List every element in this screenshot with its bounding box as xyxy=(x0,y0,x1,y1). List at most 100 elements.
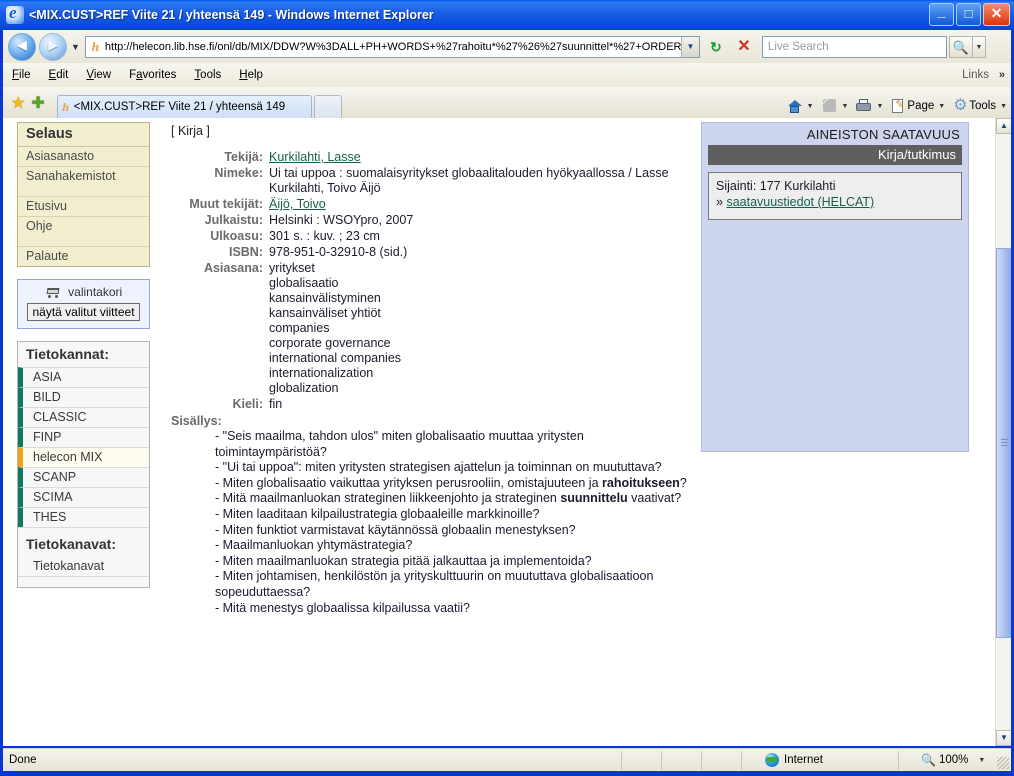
page-menu-label: Page xyxy=(907,100,935,112)
scroll-down-button[interactable]: ▼ xyxy=(996,730,1011,746)
links-label[interactable]: Links xyxy=(962,69,989,81)
menu-item-edit[interactable]: Edit xyxy=(40,67,78,83)
print-caret-icon[interactable]: ▼ xyxy=(876,103,883,110)
helcat-availability-link[interactable]: saatavuustiedot (HELCAT) xyxy=(726,195,874,209)
home-icon xyxy=(786,98,803,114)
status-separator xyxy=(621,751,622,770)
close-button[interactable]: ✕ xyxy=(983,3,1010,26)
sidebar-item-scima[interactable]: SCIMA xyxy=(18,487,149,507)
maximize-button[interactable]: □ xyxy=(956,3,981,26)
contents-text-0: - "Seis maailma, tahdon ulos" miten glob… xyxy=(215,429,584,459)
contents-line: - "Seis maailma, tahdon ulos" miten glob… xyxy=(215,429,691,460)
contents-line: - Mitä menestys globaalissa kilpailussa … xyxy=(215,600,470,615)
sidebar-item-asiasanasto[interactable]: Asiasanasto xyxy=(18,147,149,167)
minimize-icon: _ xyxy=(937,3,946,20)
page-viewport: Selaus Asiasanasto Sanahakemistot Etusiv… xyxy=(3,118,1011,746)
home-button[interactable]: ▼ xyxy=(786,98,814,114)
security-zone[interactable]: Internet xyxy=(765,753,823,767)
sidebar-item-scanp[interactable]: SCANP xyxy=(18,467,149,487)
contents-text-2b: ? xyxy=(679,475,687,490)
page-caret-icon[interactable]: ▼ xyxy=(938,103,945,110)
feeds-button[interactable]: ▼ xyxy=(821,96,849,114)
home-caret-icon[interactable]: ▼ xyxy=(807,103,814,110)
menu-item-tools[interactable]: Tools xyxy=(185,67,230,83)
contents-line: - Miten maailmanluokan strategia pitää j… xyxy=(215,553,592,568)
new-tab-button[interactable] xyxy=(313,95,342,118)
tab-current[interactable]: h <MIX.CUST>REF Viite 21 / yhteensä 149 xyxy=(56,95,312,118)
coauthor-link[interactable]: Äijö, Toivo xyxy=(269,197,326,211)
record-type-tag: [ Kirja ] xyxy=(171,124,210,138)
favorites-star-icon[interactable]: ★ xyxy=(11,96,25,112)
sidebar-item-palaute[interactable]: Palaute xyxy=(18,247,149,266)
address-dropdown-icon[interactable]: ▼ xyxy=(680,36,699,57)
tools-icon xyxy=(952,95,969,115)
tools-menu-button[interactable]: Tools ▼ xyxy=(952,95,1007,115)
scrollbar-thumb[interactable] xyxy=(996,248,1011,638)
author-link[interactable]: Kurkilahti, Lasse xyxy=(269,150,361,164)
scroll-up-button[interactable]: ▲ xyxy=(996,118,1011,134)
refresh-icon[interactable]: ↻ xyxy=(704,35,728,58)
menu-item-favorites[interactable]: Favorites xyxy=(120,67,185,83)
zoom-control[interactable]: 🔍 100% ▼ xyxy=(921,753,985,767)
contents-line: - Mitä maailmanluokan strateginen liikke… xyxy=(215,491,691,507)
databases-box-tail xyxy=(18,576,149,587)
vertical-scrollbar[interactable]: ▲ ▼ xyxy=(995,118,1011,746)
browse-heading: Selaus xyxy=(18,123,149,147)
search-dropdown-icon[interactable]: ▼ xyxy=(972,35,986,58)
sidebar-item-classic[interactable]: CLASSIC xyxy=(18,407,149,427)
stop-icon[interactable]: ✕ xyxy=(732,35,756,58)
zoom-caret-icon[interactable]: ▼ xyxy=(978,757,985,764)
databases-box: Tietokannat: ASIA BILD CLASSIC FINP hele… xyxy=(17,341,150,588)
contents-highlight-suunnittelu: suunnittelu xyxy=(560,491,628,506)
page-menu-button[interactable]: Page ▼ xyxy=(890,98,945,114)
forward-button[interactable] xyxy=(39,32,67,61)
scrollbar-track[interactable] xyxy=(996,134,1011,730)
subject-term: companies xyxy=(269,321,330,335)
label-isbn: ISBN: xyxy=(228,245,263,259)
sidebar-item-ohje[interactable]: Ohje xyxy=(18,217,149,239)
menu-item-view[interactable]: View xyxy=(77,67,120,83)
label-ulkoasu: Ulkoasu: xyxy=(210,229,263,243)
menu-item-file[interactable]: File xyxy=(3,67,40,83)
cart-box: valintakori näytä valitut viitteet xyxy=(17,279,150,329)
feed-caret-icon[interactable]: ▼ xyxy=(842,103,849,110)
sidebar-item-helecon-mix[interactable]: helecon MIX xyxy=(18,447,149,467)
contents-line: - "Ui tai uppoa": miten yritysten strate… xyxy=(215,460,691,476)
sidebar-item-asia[interactable]: ASIA xyxy=(18,367,149,387)
sidebar-item-bild[interactable]: BILD xyxy=(18,387,149,407)
value-kieli: fin xyxy=(269,397,283,411)
add-favorite-icon[interactable]: ✚ xyxy=(31,96,44,112)
sidebar-item-finp[interactable]: FINP xyxy=(18,427,149,447)
resize-grip[interactable] xyxy=(997,757,1009,769)
print-button[interactable]: ▼ xyxy=(855,98,883,114)
bibliographic-record: [ Kirja ] Tekijä: Kurkilahti, Lasse Nime… xyxy=(171,124,691,616)
sidebar-item-sanahakemistot[interactable]: Sanahakemistot xyxy=(18,167,149,189)
menu-favorites-rest: vorites xyxy=(142,69,177,81)
contents-text-3a: - Mitä maailmanluokan strateginen liikke… xyxy=(215,491,561,506)
menu-overflow-icon[interactable]: » xyxy=(999,69,1005,81)
sidebar-item-etusivu[interactable]: Etusivu xyxy=(18,197,149,217)
minimize-button[interactable]: _ xyxy=(929,3,954,26)
menu-bar: File Edit View Favorites Tools Help Link… xyxy=(3,63,1011,87)
record-row-nimeke: Nimeke: Ui tai uppoa : suomalaisyritykse… xyxy=(171,166,691,197)
label-nimeke: Nimeke: xyxy=(214,166,263,180)
cart-icon xyxy=(45,287,62,298)
availability-panel: AINEISTON SAATAVUUS Kirja/tutkimus Sijai… xyxy=(701,122,969,452)
print-icon xyxy=(855,98,872,114)
search-input[interactable]: Live Search xyxy=(761,35,947,58)
show-selected-refs-button[interactable]: näytä valitut viitteet xyxy=(27,303,140,321)
channels-heading: Tietokanavat: xyxy=(18,527,149,557)
address-input[interactable]: http://helecon.lib.hse.fi/onl/db/MIX/DDW… xyxy=(103,41,681,53)
sidebar-item-thes[interactable]: THES xyxy=(18,507,149,527)
address-bar[interactable]: h http://helecon.lib.hse.fi/onl/db/MIX/D… xyxy=(84,35,700,58)
tools-caret-icon[interactable]: ▼ xyxy=(1000,103,1007,110)
sidebar-item-tietokanavat[interactable]: Tietokanavat xyxy=(18,557,149,576)
history-dropdown-icon[interactable]: ▼ xyxy=(71,42,80,52)
search-icon[interactable]: 🔍 xyxy=(948,35,973,58)
menu-item-help[interactable]: Help xyxy=(230,67,272,83)
status-separator xyxy=(661,751,662,770)
cart-label: valintakori xyxy=(68,285,123,299)
navigation-bar: ▼ h http://helecon.lib.hse.fi/onl/db/MIX… xyxy=(3,30,1011,63)
back-button[interactable] xyxy=(8,32,36,61)
browse-divider-1 xyxy=(18,189,149,197)
